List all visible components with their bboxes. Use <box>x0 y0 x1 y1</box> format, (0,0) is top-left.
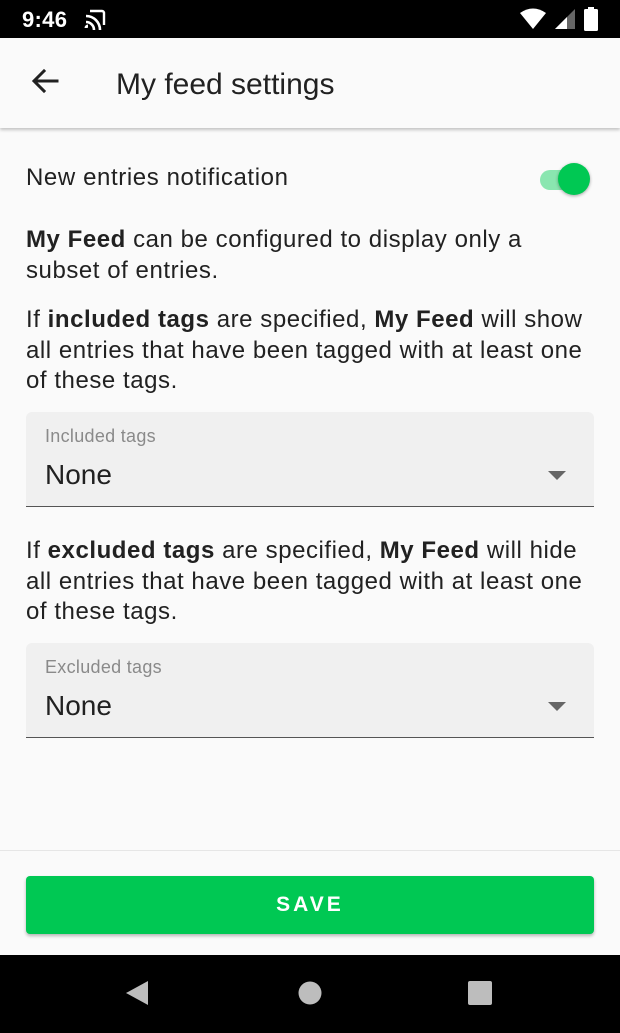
back-button[interactable] <box>22 60 68 106</box>
arrow-left-icon <box>30 66 60 101</box>
status-bar: 9:46 <box>0 0 620 38</box>
excluded-tags-description: If excluded tags are specified, My Feed … <box>26 536 594 628</box>
recents-square-icon[interactable] <box>467 979 493 1012</box>
toggle-thumb <box>558 163 590 195</box>
included-bold-2: My Feed <box>374 306 475 333</box>
home-circle-icon[interactable] <box>297 979 323 1012</box>
included-tags-select[interactable]: Included tags None <box>26 412 594 507</box>
bottom-action-area: SAVE <box>0 850 620 956</box>
dropdown-arrow-icon <box>548 468 566 486</box>
signal-icon <box>554 8 576 35</box>
included-text-1: If <box>26 306 48 333</box>
battery-icon <box>584 7 598 36</box>
excluded-tags-select[interactable]: Excluded tags None <box>26 643 594 738</box>
back-triangle-icon[interactable] <box>124 979 150 1012</box>
excluded-text-1: If <box>26 537 48 564</box>
status-icons <box>520 7 598 36</box>
intro-text: My Feed can be configured to display onl… <box>26 225 594 286</box>
wifi-icon <box>520 8 546 35</box>
notification-toggle[interactable] <box>536 160 590 196</box>
included-bold-1: included tags <box>47 306 210 333</box>
page-title: My feed settings <box>116 68 335 101</box>
excluded-tags-value: None <box>45 690 112 721</box>
dropdown-arrow-icon <box>548 699 566 717</box>
excluded-tags-label: Excluded tags <box>45 657 162 677</box>
intro-bold: My Feed <box>26 226 126 253</box>
status-time: 9:46 <box>22 7 68 32</box>
excluded-bold-2: My Feed <box>379 537 480 564</box>
notification-label: New entries notification <box>26 164 289 191</box>
cast-icon <box>84 8 106 35</box>
included-tags-label: Included tags <box>45 426 156 446</box>
included-text-2: are specified, <box>209 306 375 333</box>
excluded-bold-1: excluded tags <box>47 537 215 564</box>
app-bar: My feed settings <box>0 38 620 128</box>
excluded-text-2: are specified, <box>214 537 380 564</box>
notification-setting-row: New entries notification <box>26 158 594 198</box>
save-button[interactable]: SAVE <box>26 876 594 934</box>
included-tags-value: None <box>45 459 112 490</box>
system-nav-bar <box>0 955 620 1033</box>
included-tags-description: If included tags are specified, My Feed … <box>26 305 594 397</box>
